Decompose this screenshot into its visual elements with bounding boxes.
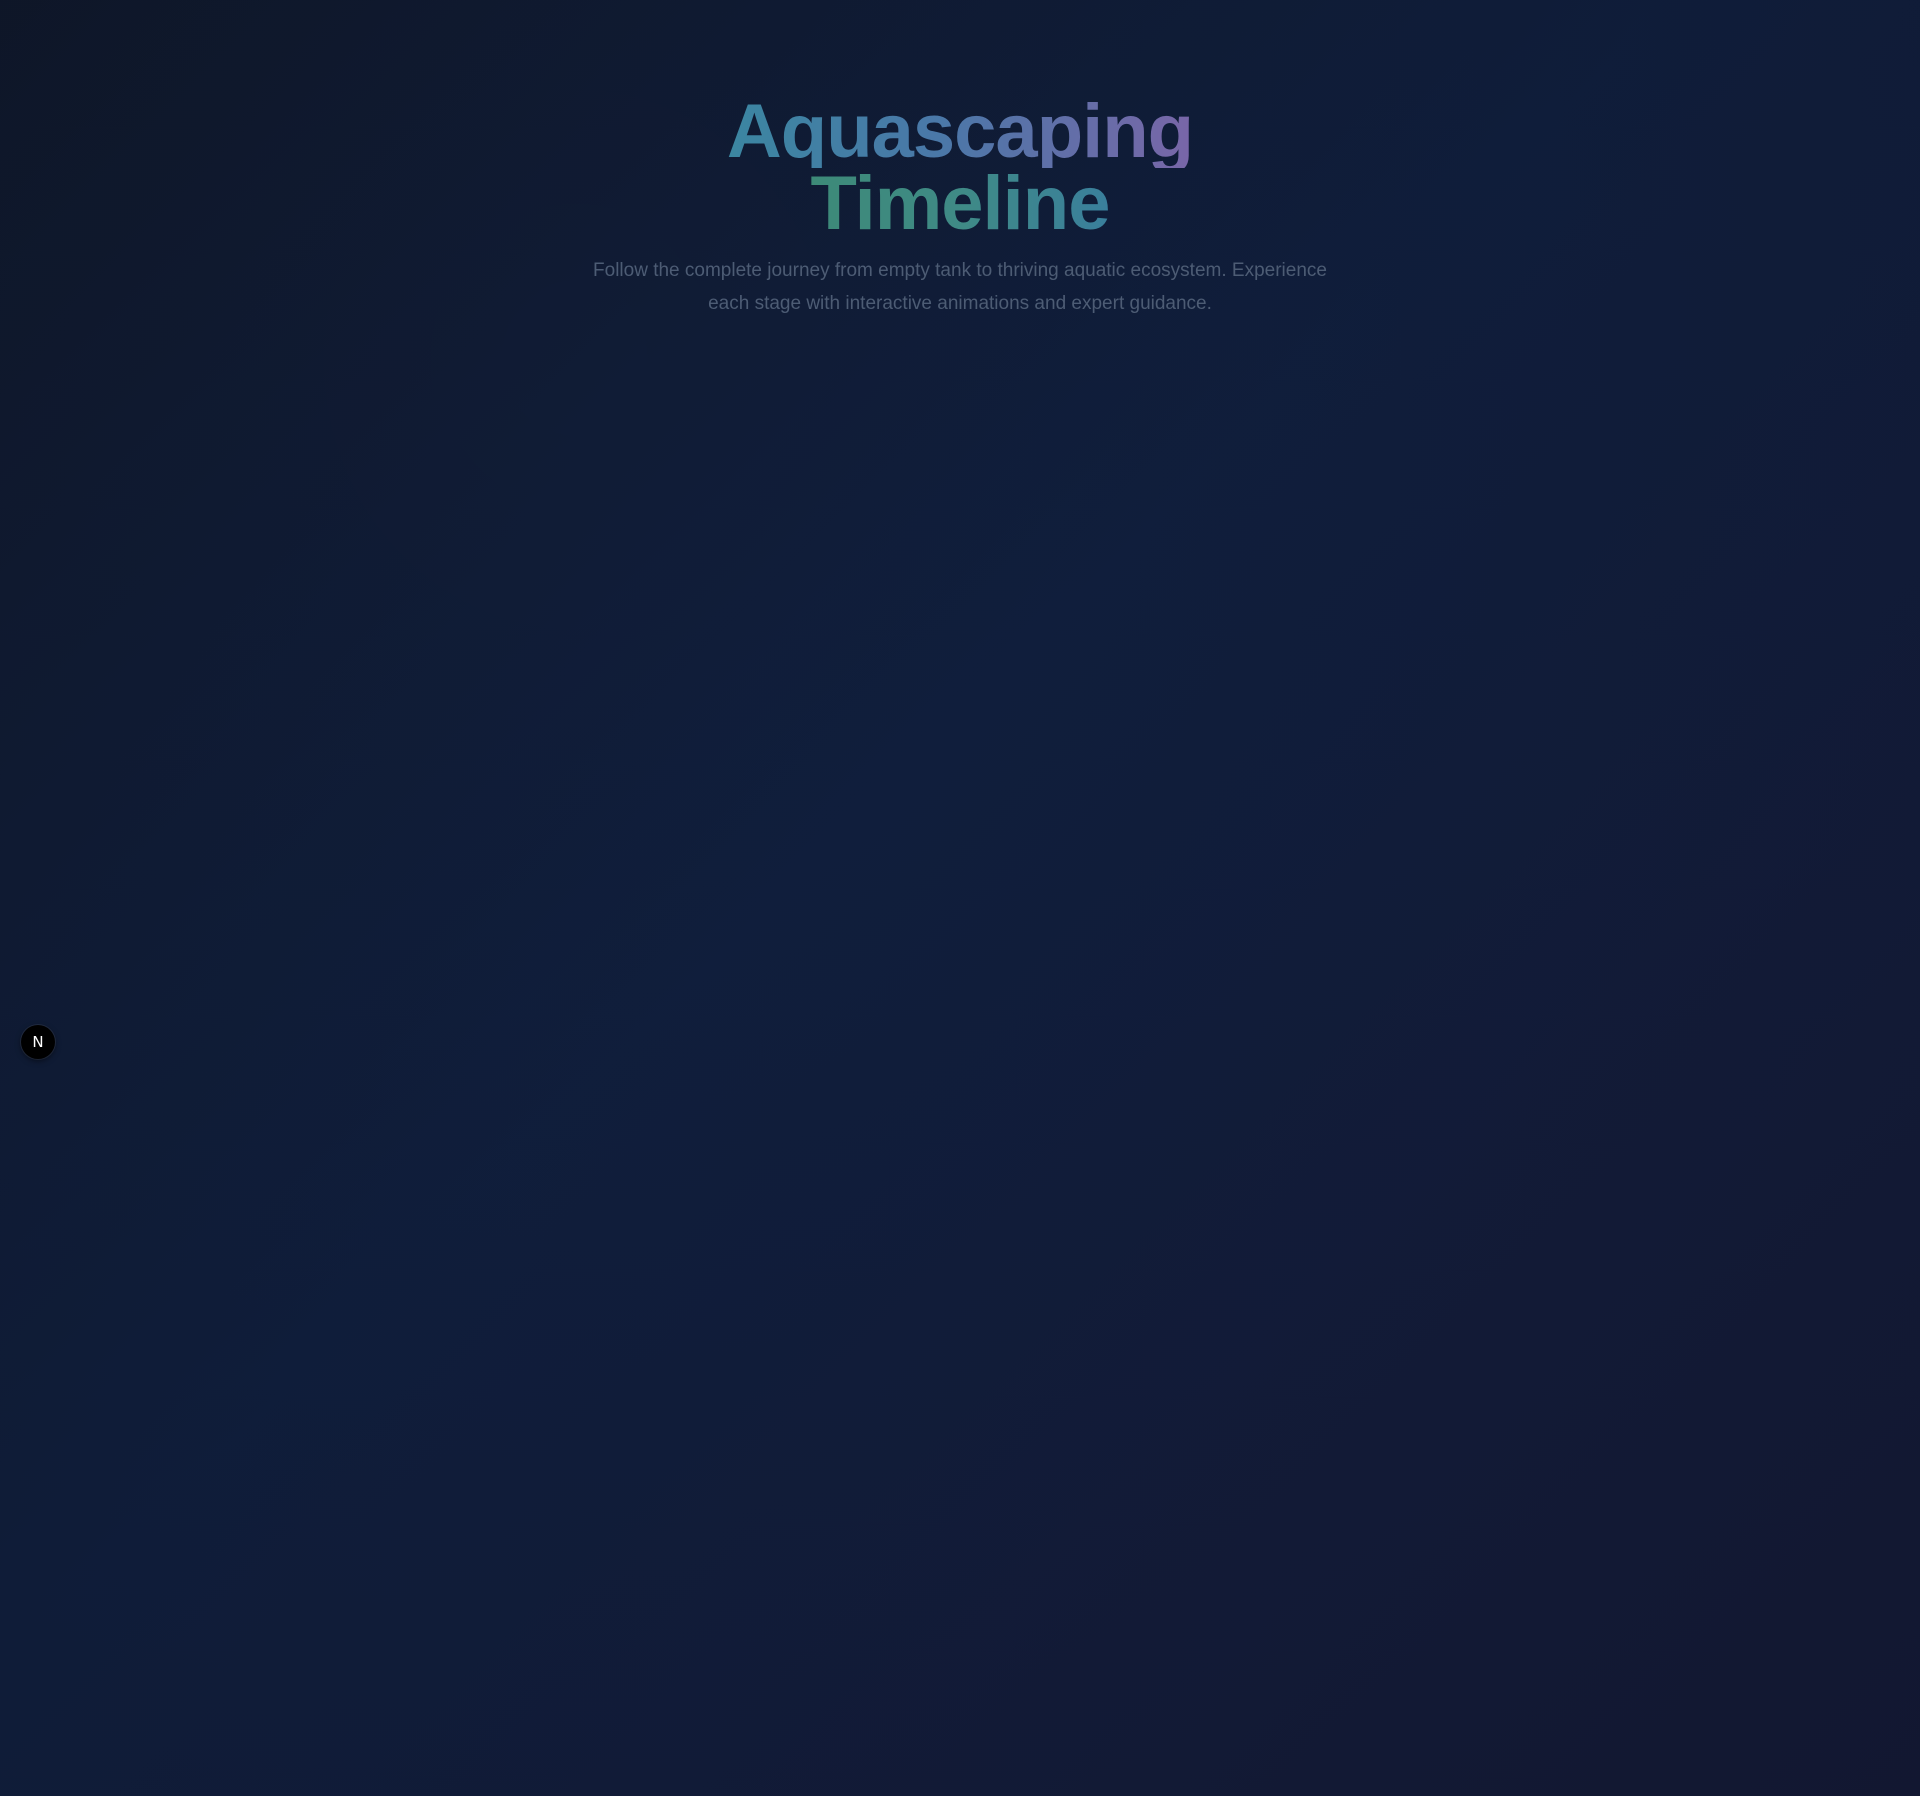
hero-section: Aquascaping Timeline Follow the complete… bbox=[0, 89, 1920, 320]
page-title: Aquascaping Timeline bbox=[0, 89, 1920, 246]
nextjs-logo-icon: N bbox=[32, 1032, 44, 1051]
page-subtitle: Follow the complete journey from empty t… bbox=[593, 260, 1327, 314]
nextjs-dev-indicator-button[interactable]: N bbox=[21, 1025, 55, 1059]
page-title-line-2: Timeline bbox=[810, 161, 1111, 246]
page-title-line-1: Aquascaping bbox=[726, 89, 1194, 174]
